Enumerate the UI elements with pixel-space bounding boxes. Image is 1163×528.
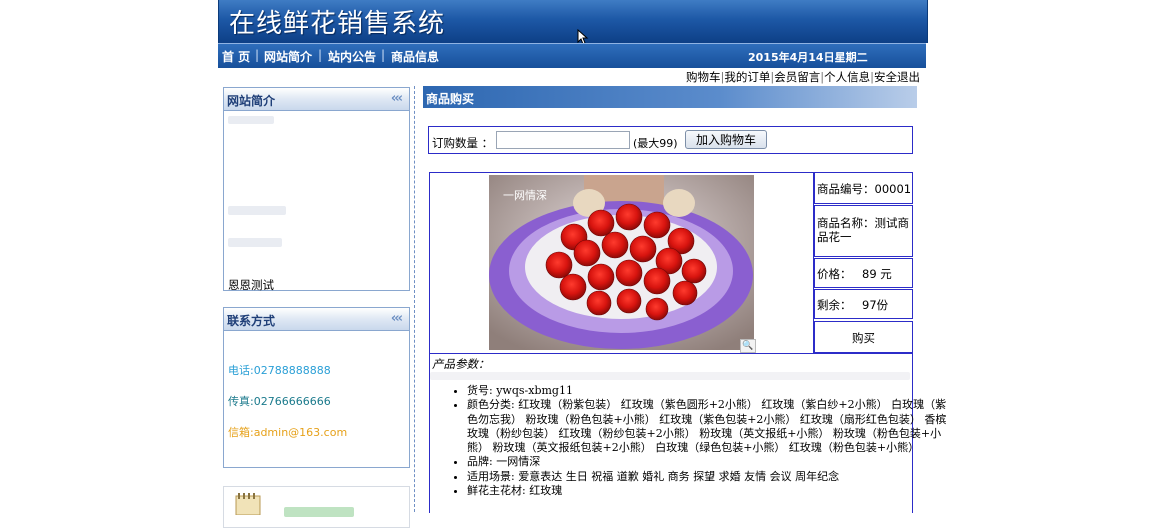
site-intro-panel: 网站简介 ‹‹‹ 恩恩测试 bbox=[223, 87, 410, 292]
collapse-arrows-icon[interactable]: ‹‹‹ bbox=[391, 91, 403, 106]
product-name: 商品名称：测试商品花一 bbox=[817, 216, 909, 244]
purchase-title: 商品购买 bbox=[426, 92, 475, 106]
nav-separator: | bbox=[318, 48, 323, 62]
buy-link[interactable]: 购买 bbox=[852, 330, 875, 346]
blurred-text bbox=[228, 116, 274, 124]
param-item: 适用场景: 爱意表达 生日 祝福 道歉 婚礼 商务 探望 求婚 友情 会议 周年… bbox=[467, 470, 947, 484]
contact-fax: 传真:02766666666 bbox=[228, 395, 331, 408]
my-orders-link[interactable]: 我的订单 bbox=[724, 70, 770, 84]
contact-panel: 联系方式 ‹‹‹ 电话:02788888888 传真:02766666666 信… bbox=[223, 307, 410, 468]
image-watermark: 一网情深 bbox=[503, 189, 547, 202]
site-intro-header: 网站简介 ‹‹‹ bbox=[224, 88, 409, 111]
bottom-panel bbox=[223, 486, 410, 528]
rose-bouquet-image: 一网情深 bbox=[489, 175, 754, 350]
nav-site-intro[interactable]: 网站简介 bbox=[264, 48, 312, 65]
zoom-icon[interactable]: 🔍 bbox=[740, 339, 756, 353]
add-to-cart-button[interactable]: 加入购物车 bbox=[685, 130, 767, 149]
param-item: 品牌: 一网情深 bbox=[467, 455, 947, 469]
nav-announcements[interactable]: 站内公告 bbox=[328, 48, 376, 65]
nav-separator: | bbox=[381, 48, 386, 62]
contact-phone: 电话:02788888888 bbox=[228, 364, 331, 377]
quantity-max-hint: (最大99) bbox=[633, 137, 678, 150]
product-name-cell: 商品名称：测试商品花一 bbox=[814, 205, 913, 257]
personal-info-link[interactable]: 个人信息 bbox=[824, 70, 870, 84]
product-code-cell: 商品编号：00001 bbox=[814, 172, 913, 204]
cart-link[interactable]: 购物车 bbox=[686, 70, 721, 84]
blurred-text bbox=[228, 238, 282, 247]
params-title: 产品参数： bbox=[432, 357, 490, 371]
nav-separator: | bbox=[255, 48, 260, 62]
param-item: 货号: ywqs-xbmg11 bbox=[467, 384, 947, 398]
blurred-heading bbox=[284, 507, 354, 517]
contact-email: 信箱:admin@163.com bbox=[228, 426, 348, 439]
product-params: 产品参数： 货号: ywqs-xbmg11 颜色分类: 红玫瑰（粉紫包装） 红玫… bbox=[429, 353, 946, 513]
price-cell: 价格： 89 元 bbox=[814, 258, 913, 288]
stock-label: 剩余： bbox=[817, 298, 852, 312]
price-value: 89 元 bbox=[862, 267, 892, 281]
contact-header: 联系方式 ‹‹‹ bbox=[224, 308, 409, 331]
site-title: 在线鲜花销售系统 bbox=[229, 9, 446, 39]
param-item: 鲜花主花材: 红玫瑰 bbox=[467, 484, 947, 498]
user-links: 购物车|我的订单|会员留言|个人信息|安全退出 bbox=[686, 70, 920, 84]
main-nav: 首 页 | 网站简介 | 站内公告 | 商品信息 2015年4月14日星期二 bbox=[218, 43, 926, 68]
member-message-link[interactable]: 会员留言 bbox=[774, 70, 820, 84]
order-form: 订购数量 ： (最大99) 加入购物车 bbox=[428, 126, 913, 154]
current-date: 2015年4月14日星期二 bbox=[748, 51, 868, 64]
nav-product-info[interactable]: 商品信息 bbox=[391, 48, 439, 65]
params-list: 货号: ywqs-xbmg11 颜色分类: 红玫瑰（粉紫包装） 红玫瑰（紫色圆形… bbox=[430, 384, 947, 498]
product-image-cell: 一网情深 🔍 bbox=[429, 172, 814, 354]
product-code: 商品编号：00001 bbox=[817, 182, 912, 196]
site-intro-title: 网站简介 bbox=[227, 94, 276, 108]
price-label: 价格： bbox=[817, 267, 852, 281]
blurred-row bbox=[430, 372, 910, 380]
purchase-header: 商品购买 bbox=[423, 86, 917, 108]
blurred-text bbox=[228, 206, 286, 215]
contact-title: 联系方式 bbox=[227, 314, 276, 328]
site-banner: 在线鲜花销售系统 bbox=[218, 0, 928, 45]
quantity-label: 订购数量 ： bbox=[432, 136, 494, 150]
param-item: 颜色分类: 红玫瑰（粉紫包装） 红玫瑰（紫色圆形+2小熊） 红玫瑰（紫白纱+2小… bbox=[467, 398, 947, 455]
logout-link[interactable]: 安全退出 bbox=[874, 70, 920, 84]
quantity-input[interactable] bbox=[496, 131, 630, 149]
collapse-arrows-icon[interactable]: ‹‹‹ bbox=[391, 311, 403, 326]
site-intro-text: 恩恩测试 bbox=[228, 278, 274, 292]
product-image[interactable]: 一网情深 bbox=[489, 175, 754, 350]
buy-cell[interactable]: 购买 bbox=[814, 321, 913, 353]
nav-home[interactable]: 首 页 bbox=[222, 48, 250, 65]
stock-cell: 剩余： 97份 bbox=[814, 289, 913, 319]
column-divider bbox=[414, 86, 415, 512]
stock-value: 97份 bbox=[862, 298, 889, 312]
notebook-icon bbox=[235, 493, 261, 515]
